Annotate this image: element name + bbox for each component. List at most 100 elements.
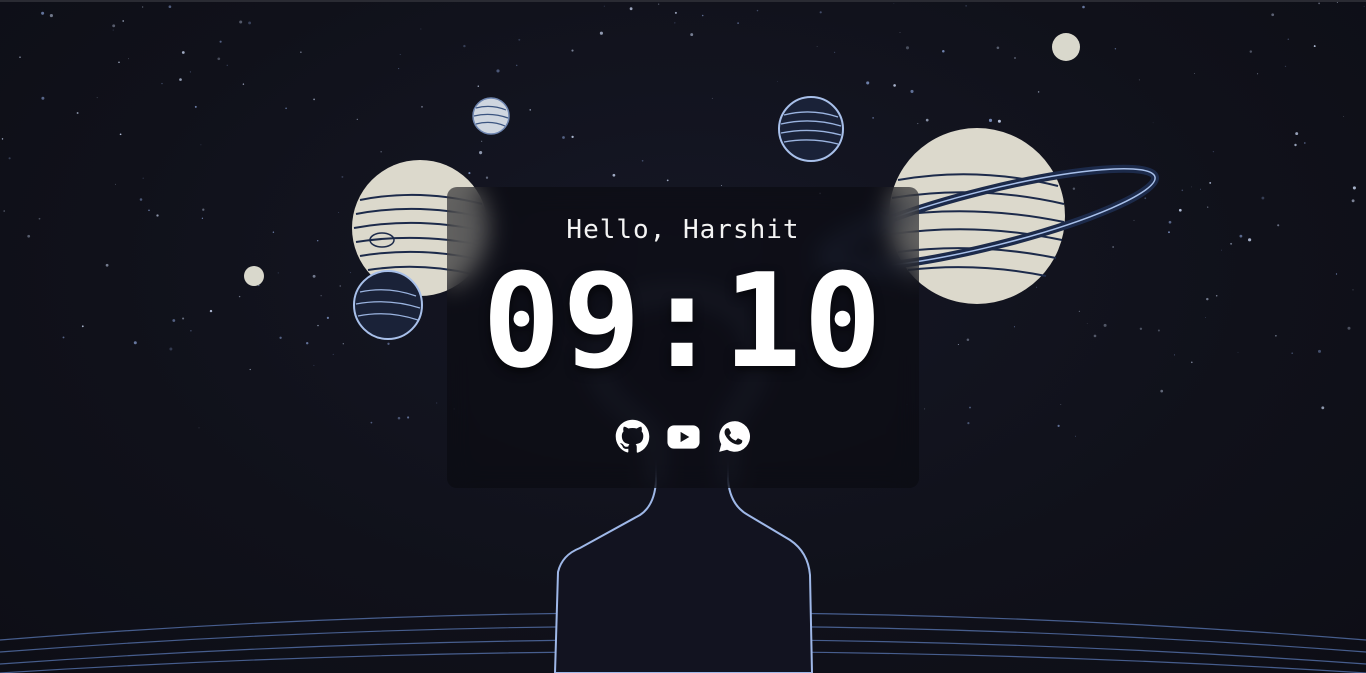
star [1103,323,1107,327]
whatsapp-icon [718,421,750,452]
top-border [0,0,1366,2]
small-moon-left [244,266,264,286]
star [112,29,114,31]
star [248,21,252,25]
star [571,49,574,52]
star [1277,224,1280,227]
star [161,82,163,85]
star [496,69,500,73]
star [1239,234,1243,238]
github-link[interactable] [615,419,650,454]
star [148,209,150,212]
star [370,421,373,424]
star [515,64,518,67]
star [1335,273,1338,275]
star [1336,1,1338,3]
star [599,31,603,35]
star [96,97,98,99]
star [41,96,45,100]
star [217,57,221,61]
star [179,78,182,81]
star [341,175,344,178]
star [866,81,870,85]
star [674,22,676,24]
star [872,117,874,119]
star [320,295,322,297]
star [1261,196,1265,200]
star [1352,186,1356,190]
star [966,338,970,341]
clock-separator: : [642,245,724,397]
star [181,51,185,54]
star [41,11,45,15]
star [893,84,896,87]
star [312,274,316,278]
star [200,144,202,146]
star [612,173,616,177]
youtube-link[interactable] [666,419,701,454]
star [1194,73,1195,74]
star [562,136,565,139]
star [339,285,341,287]
star [76,112,79,114]
star [19,56,21,58]
star [112,24,116,28]
star [833,51,836,54]
star [1072,187,1076,190]
star [1114,48,1117,50]
star [350,272,352,274]
youtube-icon [666,424,700,449]
star [737,22,739,24]
star [674,11,677,14]
star [917,123,919,125]
star [468,172,471,175]
star [249,368,251,371]
star [1178,208,1182,212]
star [463,44,466,48]
star [238,295,241,298]
star [277,272,279,274]
star [1284,65,1287,68]
star [1133,219,1135,221]
star [49,14,53,18]
star [905,46,910,50]
star [219,40,222,43]
star [1295,132,1299,136]
star [1248,238,1252,242]
whatsapp-link[interactable] [717,419,752,454]
star [571,135,574,139]
star [988,118,993,122]
star [1220,249,1222,251]
star [189,71,191,73]
star [658,3,660,5]
planet-dark-left [353,270,423,340]
star [1152,122,1154,124]
star [399,53,401,55]
star [172,319,176,322]
star [1313,45,1316,48]
small-moon-right [1052,33,1080,61]
star [1212,150,1215,153]
star [356,118,358,121]
star [1237,351,1239,353]
star [387,342,390,345]
star [1191,186,1193,188]
star [701,14,704,17]
star [226,64,228,66]
planet-dark-striped [778,96,844,162]
star [641,159,644,162]
star [924,408,926,410]
star [190,330,192,332]
star [142,177,144,179]
star [118,61,120,64]
star [122,20,125,22]
clock-minutes: 10 [723,245,884,397]
star [1060,404,1062,406]
star [965,5,967,7]
star [777,81,778,82]
star [202,208,205,211]
star [720,185,722,186]
star [1215,294,1218,297]
star [957,343,959,346]
star [3,210,5,212]
